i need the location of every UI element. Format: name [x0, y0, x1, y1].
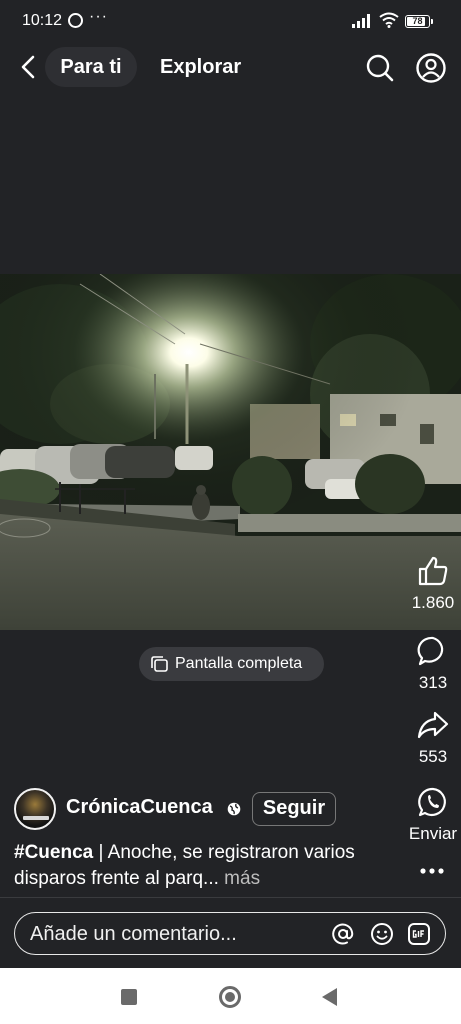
hashtag-link[interactable]: #Cuenca: [14, 842, 93, 863]
search-icon[interactable]: [365, 53, 395, 83]
author-avatar[interactable]: [14, 788, 56, 830]
whatsapp-icon: [68, 13, 83, 28]
signal-icon: [352, 14, 372, 28]
system-back-icon[interactable]: [322, 988, 337, 1006]
thumbs-up-icon: [418, 556, 448, 586]
back-arrow-icon[interactable]: [14, 52, 44, 82]
recent-apps-icon[interactable]: [121, 989, 137, 1005]
author-name[interactable]: CrónicaCuenca: [66, 796, 213, 819]
video-feed-screen: 10:12 ··· 78 Para ti Explorar Pantalla c…: [0, 0, 461, 968]
like-button[interactable]: 1.860: [403, 555, 461, 613]
video-player[interactable]: [0, 274, 461, 630]
account-icon[interactable]: [415, 52, 447, 84]
status-time: 10:12: [22, 12, 63, 29]
emoji-icon[interactable]: [370, 922, 394, 946]
tab-para-ti[interactable]: Para ti: [45, 47, 137, 87]
system-navigation-bar: [0, 968, 461, 1024]
share-button[interactable]: 553: [403, 709, 461, 767]
gif-icon[interactable]: [407, 922, 431, 946]
whatsapp-icon: [418, 787, 446, 817]
more-notifications-icon: ···: [89, 8, 108, 25]
status-bar: 10:12 ··· 78: [0, 0, 461, 44]
divider: [0, 897, 461, 898]
more-link[interactable]: más: [219, 868, 260, 889]
follow-button[interactable]: Seguir: [252, 792, 336, 826]
like-count: 1.860: [411, 593, 455, 612]
globe-icon: [227, 802, 241, 816]
battery-icon: 78: [405, 15, 433, 28]
comment-input[interactable]: Añade un comentario...: [14, 912, 446, 955]
post-caption[interactable]: #Cuenca | Anoche, se registraron varios …: [14, 840, 394, 892]
comment-button[interactable]: 313: [403, 635, 461, 693]
send-whatsapp-button[interactable]: Enviar: [403, 786, 461, 844]
send-label: Enviar: [408, 824, 458, 843]
fullscreen-button[interactable]: Pantalla completa: [139, 647, 324, 681]
tab-explorar[interactable]: Explorar: [160, 47, 241, 87]
home-icon[interactable]: [219, 986, 241, 1008]
share-count: 553: [418, 747, 448, 766]
battery-level: 78: [412, 16, 423, 26]
fullscreen-icon: [151, 656, 168, 672]
wifi-icon: [379, 12, 399, 28]
comment-bubble-icon: [417, 636, 444, 666]
comment-count: 313: [418, 673, 448, 692]
more-options-icon[interactable]: [419, 866, 445, 876]
share-arrow-icon: [417, 711, 449, 739]
fullscreen-label: Pantalla completa: [175, 655, 303, 672]
comment-placeholder: Añade un comentario...: [30, 923, 237, 945]
mention-icon[interactable]: [331, 922, 355, 946]
